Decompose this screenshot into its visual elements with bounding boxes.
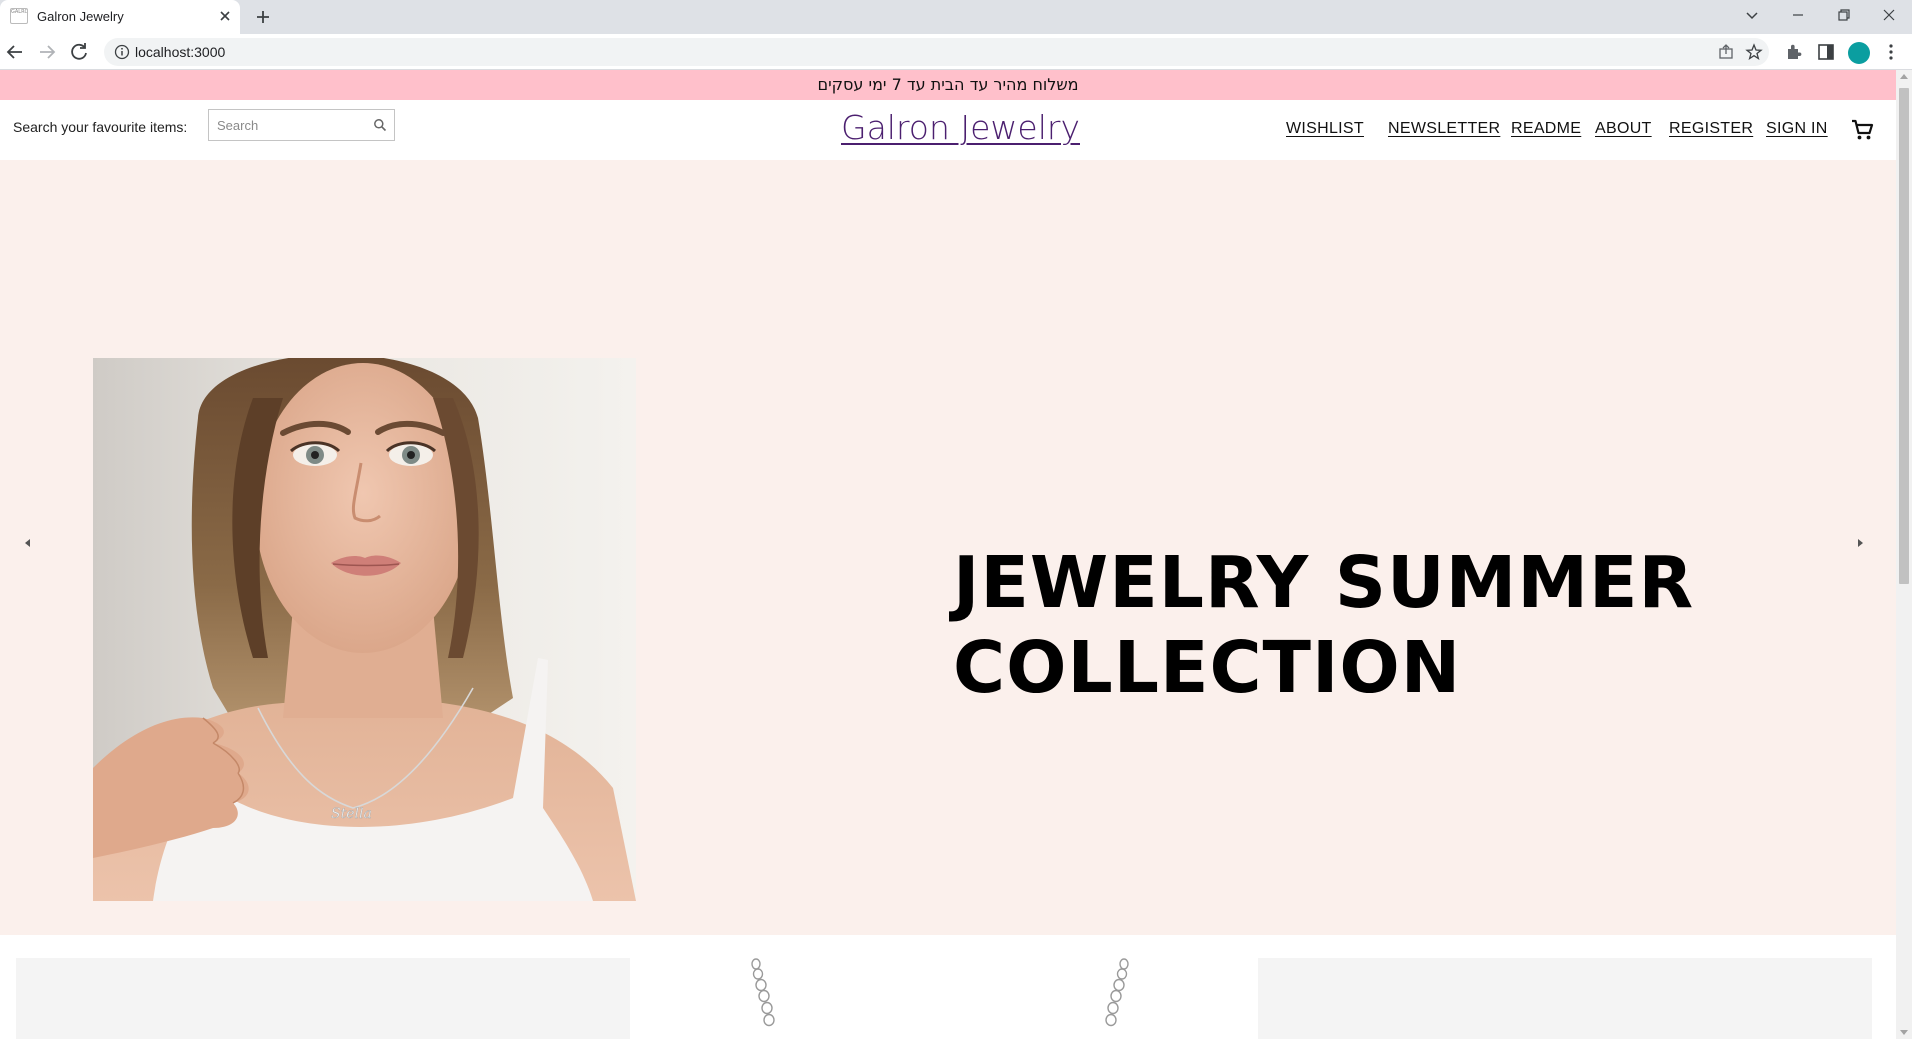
nav-newsletter[interactable]: NEWSLETTER [1388, 120, 1500, 138]
share-icon[interactable] [1717, 43, 1735, 61]
browser-tab[interactable]: GALRON Galron Jewelry [0, 0, 240, 34]
reload-icon[interactable] [67, 40, 91, 64]
tab-search-button[interactable] [1729, 0, 1775, 30]
close-window-button[interactable] [1866, 0, 1912, 30]
more-options-icon[interactable] [1881, 42, 1901, 62]
hero-title: JEWELRY SUMMER COLLECTION [953, 540, 1694, 710]
product-card[interactable] [16, 958, 630, 1039]
address-bar[interactable]: localhost:3000 [104, 38, 1769, 66]
product-cards-row [0, 935, 1896, 1039]
nav-register[interactable]: REGISTER [1669, 120, 1753, 138]
scroll-up-arrow-icon[interactable] [1900, 74, 1908, 79]
earring-image [751, 958, 1129, 1027]
carousel-prev-arrow-icon[interactable] [8, 523, 48, 563]
minimize-button[interactable] [1775, 0, 1821, 30]
site-info-icon[interactable] [114, 44, 130, 60]
hero-title-line1: JEWELRY SUMMER [953, 541, 1695, 624]
hero-carousel: Stella JEWELRY SUMMER COLLECTION [0, 160, 1896, 935]
profile-avatar[interactable] [1848, 42, 1870, 64]
restore-icon [1838, 9, 1850, 21]
minimize-icon [1793, 14, 1803, 16]
necklace-name-text: Stella [331, 806, 372, 822]
tab-title: Galron Jewelry [37, 9, 124, 24]
nav-sign-in[interactable]: SIGN IN [1766, 120, 1828, 138]
browser-tab-strip: GALRON Galron Jewelry [0, 0, 1912, 34]
side-panel-icon[interactable] [1816, 42, 1836, 62]
extensions-icon[interactable] [1784, 42, 1804, 62]
page-viewport: משלוח מהיר עד הבית עד 7 ימי עסקים Search… [0, 70, 1896, 1039]
url-text: localhost:3000 [135, 44, 226, 60]
bookmark-star-icon[interactable] [1745, 43, 1763, 61]
nav-readme[interactable]: README [1511, 120, 1581, 138]
scrollbar-thumb[interactable] [1899, 88, 1909, 584]
announcement-bar: משלוח מהיר עד הבית עד 7 ימי עסקים [0, 70, 1896, 100]
search-icon[interactable] [373, 118, 387, 132]
nav-wishlist[interactable]: WISHLIST [1286, 120, 1364, 138]
search-input[interactable] [209, 110, 369, 140]
shopping-cart-icon[interactable] [1851, 118, 1875, 142]
search-field[interactable] [208, 109, 395, 141]
close-icon [1883, 9, 1895, 21]
carousel-next-arrow-icon[interactable] [1840, 523, 1880, 563]
browser-toolbar: localhost:3000 [0, 34, 1912, 70]
back-arrow-icon[interactable] [3, 40, 27, 64]
site-header: Search your favourite items: Galron Jewe… [0, 100, 1896, 160]
close-tab-icon[interactable] [216, 7, 234, 25]
favicon-icon: GALRON [10, 8, 28, 24]
search-label: Search your favourite items: [13, 119, 188, 135]
hero-title-line2: COLLECTION [953, 626, 1462, 709]
product-card[interactable] [630, 958, 1258, 1039]
product-card[interactable] [1258, 958, 1872, 1039]
scroll-down-arrow-icon[interactable] [1900, 1030, 1908, 1035]
site-logo[interactable]: Galron Jewelry [841, 108, 1080, 147]
chevron-down-icon [1746, 12, 1758, 20]
hero-model-photo: Stella [93, 358, 636, 901]
page-scrollbar[interactable] [1896, 70, 1912, 1039]
restore-button[interactable] [1821, 0, 1867, 30]
forward-arrow-icon[interactable] [35, 40, 59, 64]
nav-about[interactable]: ABOUT [1595, 120, 1652, 138]
new-tab-icon[interactable] [252, 6, 274, 28]
